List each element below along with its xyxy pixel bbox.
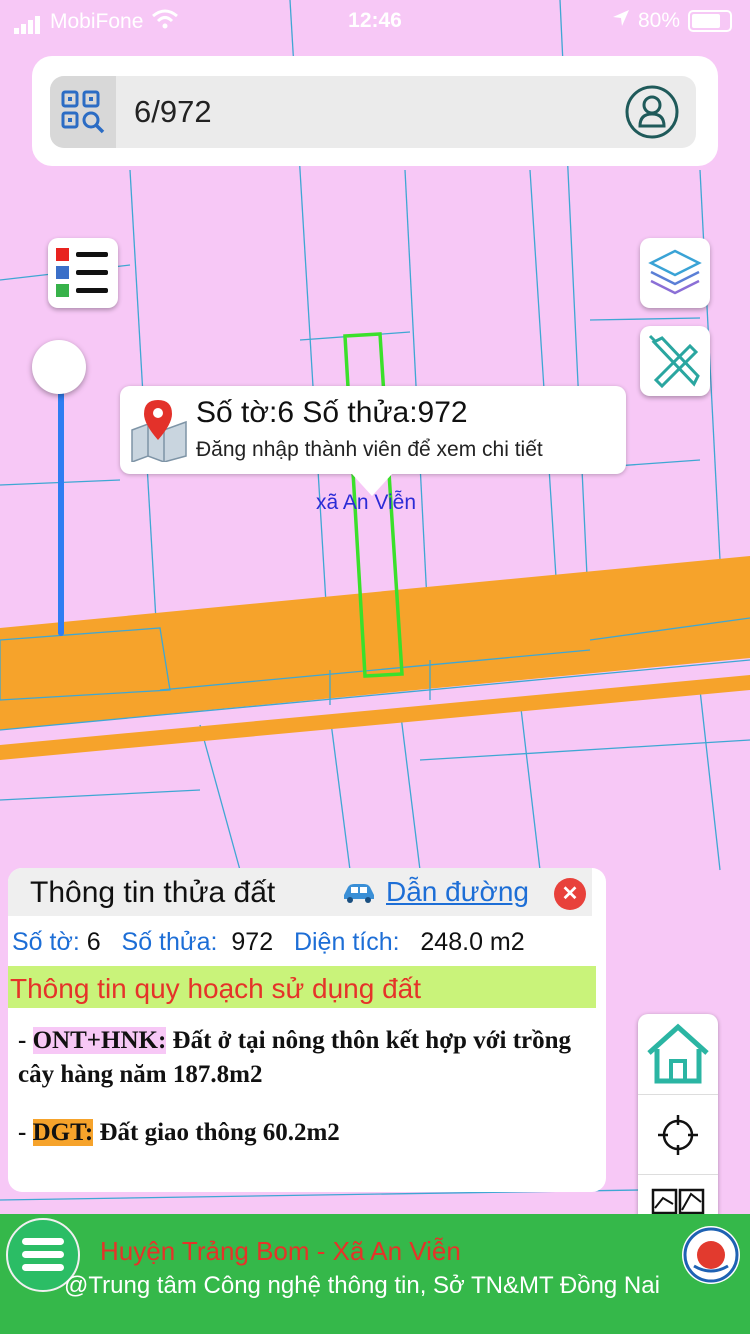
battery-icon — [688, 10, 732, 32]
status-bar: MobiFone 12:46 80% — [0, 0, 750, 40]
home-button[interactable] — [638, 1014, 718, 1094]
area-value: 248.0 m2 — [420, 928, 525, 956]
area-label: Diện tích: — [293, 928, 400, 956]
layers-icon — [648, 249, 702, 295]
planning-item: - ONT+HNK: Đất ở tại nông thôn kết hợp v… — [18, 1027, 572, 1088]
parcel-info-panel: Thông tin thửa đất Dẫn đường ✕ Số tờ: 6 … — [8, 868, 606, 1192]
footer-bar: Huyện Trảng Bom - Xã An Viễn @Trung tâm … — [0, 1214, 750, 1334]
layers-button[interactable] — [640, 238, 710, 308]
map-pin-icon — [131, 400, 187, 462]
locate-button[interactable] — [638, 1094, 718, 1175]
panel-header: Thông tin thửa đất Dẫn đường ✕ — [8, 868, 592, 916]
parcel-label: Số thửa: — [121, 928, 218, 956]
planning-code: ONT+HNK: — [32, 1027, 167, 1054]
zoom-slider-track[interactable] — [58, 370, 64, 636]
popup-subtitle: Đăng nhập thành viên để xem chi tiết — [196, 438, 543, 461]
directions-link[interactable]: Dẫn đường — [340, 876, 529, 908]
qr-search-icon[interactable] — [50, 76, 116, 148]
menu-icon — [22, 1238, 64, 1271]
measure-icon — [648, 334, 700, 389]
battery-percent: 80% — [637, 9, 680, 32]
close-icon[interactable]: ✕ — [554, 878, 586, 910]
home-icon — [647, 1023, 709, 1084]
car-icon — [344, 884, 374, 903]
location-arrow-icon — [612, 9, 630, 33]
directions-label: Dẫn đường — [386, 876, 529, 907]
logo-icon — [682, 1226, 740, 1284]
planning-code: DGT: — [32, 1119, 94, 1146]
planning-description: Đất giao thông 60.2m2 — [99, 1119, 340, 1146]
zoom-slider-handle[interactable] — [32, 340, 86, 394]
popup-title: Số tờ:6 Số thửa:972 — [196, 396, 468, 429]
panel-title: Thông tin thửa đất — [30, 876, 276, 909]
legend-button[interactable] — [48, 238, 118, 308]
planning-title: Thông tin quy hoạch sử dụng đất — [8, 966, 596, 1008]
footer-credit: @Trung tâm Công nghệ thông tin, Sở TN&MT… — [64, 1272, 660, 1299]
parcel-value: 972 — [231, 928, 274, 956]
status-right: 80% — [612, 9, 732, 33]
user-icon[interactable] — [624, 84, 680, 140]
measure-button[interactable] — [640, 326, 710, 396]
search-input[interactable]: 6/972 — [134, 76, 212, 148]
planning-item: - DGT: Đất giao thông 60.2m2 — [18, 1119, 340, 1146]
sheet-value: 6 — [86, 928, 101, 956]
crosshair-icon — [658, 1115, 698, 1155]
legend-icon — [56, 248, 108, 297]
search-card: 6/972 — [32, 56, 718, 166]
search-bar[interactable]: 6/972 — [50, 76, 696, 148]
parcel-summary: Số tờ: 6 Số thửa: 972 Diện tích: 248.0 m… — [12, 928, 525, 957]
parcel-popup[interactable]: Số tờ:6 Số thửa:972 Đăng nhập thành viên… — [120, 386, 626, 496]
commune-label: xã An Viễn — [316, 491, 417, 514]
footer-location: Huyện Trảng Bom - Xã An Viễn — [100, 1236, 461, 1266]
sheet-label: Số tờ: — [12, 928, 80, 956]
